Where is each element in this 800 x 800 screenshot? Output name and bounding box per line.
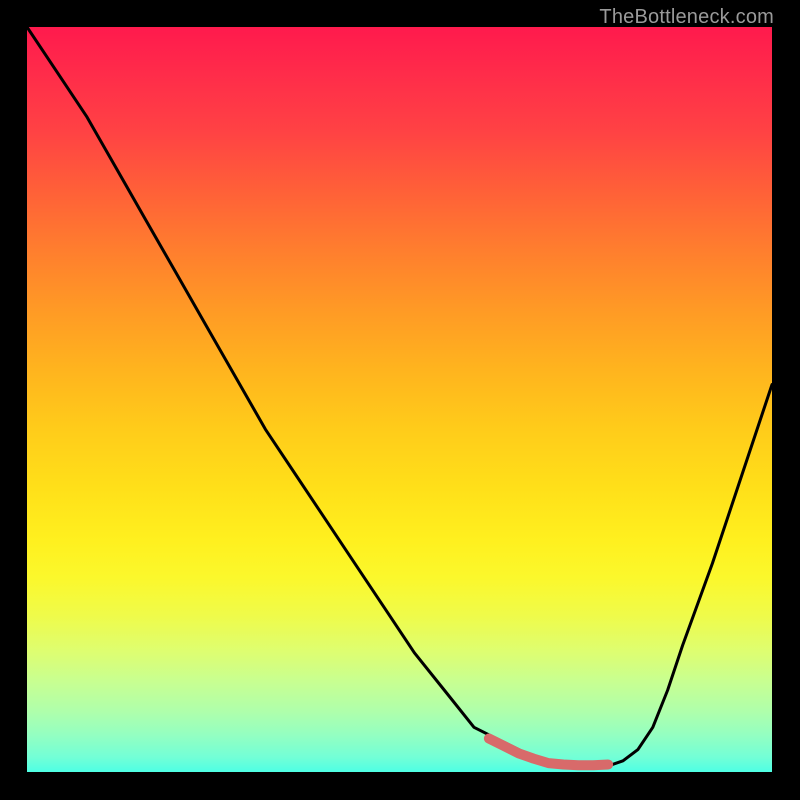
background-gradient [27, 27, 772, 772]
plot-area [27, 27, 772, 772]
chart-frame: TheBottleneck.com [0, 0, 800, 800]
watermark-text: TheBottleneck.com [599, 6, 774, 29]
